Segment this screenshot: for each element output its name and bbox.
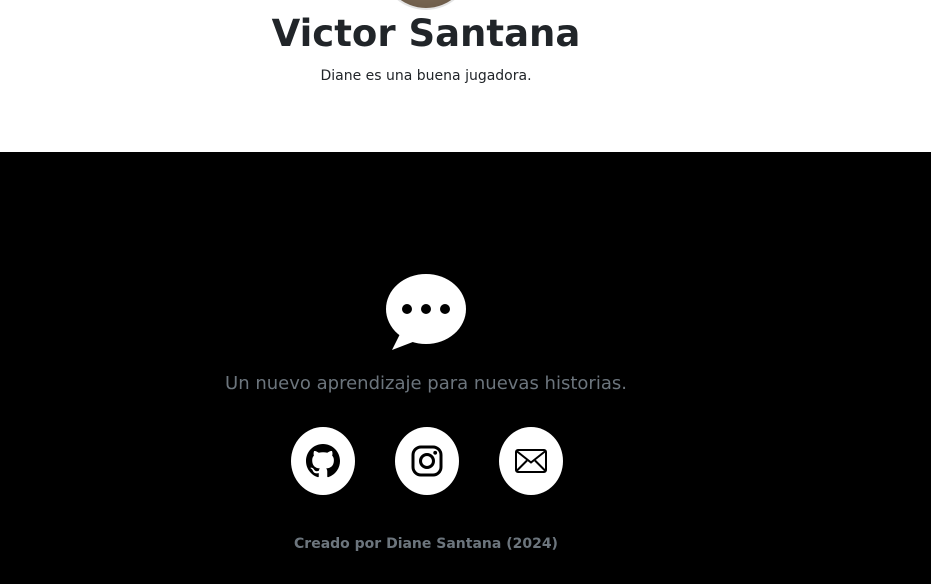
profile-section: Victor Santana Diane es una buena jugado…	[0, 0, 931, 152]
footer-tagline: Un nuevo aprendizaje para nuevas histori…	[225, 373, 627, 394]
chat-bubble-dots-icon	[384, 274, 470, 352]
email-link-button[interactable]	[499, 427, 563, 495]
avatar	[380, 0, 472, 10]
page: Victor Santana Diane es una buena jugado…	[0, 0, 931, 584]
profile-description: Diane es una buena jugadora.	[320, 68, 532, 84]
github-icon	[306, 444, 340, 478]
instagram-link-button[interactable]	[395, 427, 459, 495]
instagram-icon	[410, 444, 444, 478]
profile-name: Victor Santana	[271, 12, 581, 55]
footer: Un nuevo aprendizaje para nuevas histori…	[0, 152, 931, 584]
footer-credit: Creado por Diane Santana (2024)	[294, 536, 558, 552]
github-link-button[interactable]	[291, 427, 355, 495]
envelope-icon	[514, 447, 548, 475]
